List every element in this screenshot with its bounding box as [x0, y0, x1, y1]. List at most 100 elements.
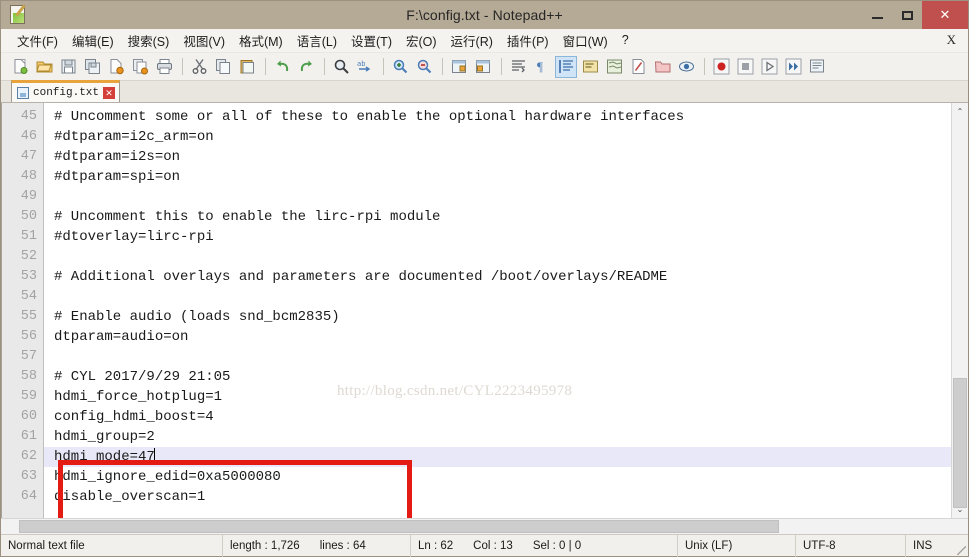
code-line[interactable]: # CYL 2017/9/29 21:05: [44, 367, 951, 387]
horizontal-scrollbar[interactable]: [1, 519, 968, 534]
user-defined-dialog-icon[interactable]: [579, 56, 601, 78]
new-file-icon[interactable]: [9, 56, 31, 78]
menu-file[interactable]: 文件(F): [10, 29, 65, 53]
tab-label: config.txt: [33, 86, 100, 99]
status-insert-mode[interactable]: INS: [906, 535, 954, 557]
svg-text:¶: ¶: [537, 59, 543, 74]
vertical-scroll-track[interactable]: [952, 120, 968, 508]
menu-bar: 文件(F) 编辑(E) 搜索(S) 视图(V) 格式(M) 语言(L) 设置(T…: [1, 29, 968, 53]
playback-macro-icon[interactable]: [758, 56, 780, 78]
menu-run[interactable]: 运行(R): [444, 29, 500, 53]
menu-help[interactable]: ?: [615, 31, 636, 50]
find-icon[interactable]: [330, 56, 352, 78]
resize-grip-icon[interactable]: [954, 535, 968, 557]
code-line[interactable]: #dtparam=i2c_arm=on: [44, 127, 951, 147]
undo-icon[interactable]: [271, 56, 293, 78]
notepad-plus-plus-window: F:\config.txt - Notepad++ ✕ 文件(F) 编辑(E) …: [0, 0, 969, 557]
monitoring-icon[interactable]: [675, 56, 697, 78]
toolbar-separator: [704, 58, 705, 75]
text-caret: [153, 448, 155, 463]
cut-icon[interactable]: [188, 56, 210, 78]
code-line[interactable]: # Uncomment some or all of these to enab…: [44, 107, 951, 127]
menu-window[interactable]: 窗口(W): [556, 29, 615, 53]
menu-format[interactable]: 格式(M): [232, 29, 290, 53]
paste-icon[interactable]: [236, 56, 258, 78]
code-line[interactable]: # Uncomment this to enable the lirc-rpi …: [44, 207, 951, 227]
word-wrap-icon[interactable]: [507, 56, 529, 78]
vertical-scrollbar[interactable]: ⌃ ⌄: [951, 103, 968, 518]
sync-vertical-scroll-icon[interactable]: [448, 56, 470, 78]
code-line[interactable]: hdmi_ignore_edid=0xa5000080: [44, 467, 951, 487]
menu-language[interactable]: 语言(L): [290, 29, 344, 53]
code-line[interactable]: # Enable audio (loads snd_bcm2835): [44, 307, 951, 327]
saved-file-icon: [17, 86, 29, 99]
function-list-icon[interactable]: [627, 56, 649, 78]
replace-icon[interactable]: ab: [354, 56, 376, 78]
show-document-map-icon[interactable]: [603, 56, 625, 78]
print-icon[interactable]: [153, 56, 175, 78]
code-line[interactable]: dtparam=audio=on: [44, 327, 951, 347]
minimize-button[interactable]: [862, 1, 892, 29]
code-line[interactable]: [44, 347, 951, 367]
code-line-current[interactable]: hdmi_mode=47: [44, 447, 951, 467]
show-all-characters-icon[interactable]: ¶: [531, 56, 553, 78]
code-line[interactable]: [44, 247, 951, 267]
horizontal-scroll-thumb[interactable]: [19, 520, 779, 533]
code-line[interactable]: config_hdmi_boost=4: [44, 407, 951, 427]
tab-config-txt[interactable]: config.txt ✕: [11, 80, 121, 102]
code-line[interactable]: # Additional overlays and parameters are…: [44, 267, 951, 287]
vertical-scroll-thumb[interactable]: [953, 378, 967, 508]
line-number: 60: [20, 409, 37, 424]
maximize-button[interactable]: [892, 1, 922, 29]
run-macro-multiple-times-icon[interactable]: [782, 56, 804, 78]
code-line[interactable]: #dtparam=i2s=on: [44, 147, 951, 167]
save-current-macro-icon[interactable]: [806, 56, 828, 78]
close-button[interactable]: ✕: [922, 1, 968, 29]
zoom-out-icon[interactable]: [413, 56, 435, 78]
save-icon[interactable]: [57, 56, 79, 78]
status-bar: Normal text file length : 1,726 lines : …: [1, 534, 968, 557]
menu-search[interactable]: 搜索(S): [121, 29, 177, 53]
redo-icon[interactable]: [295, 56, 317, 78]
open-file-icon[interactable]: [33, 56, 55, 78]
status-sel: Sel : 0 | 0: [532, 539, 582, 552]
copy-icon[interactable]: [212, 56, 234, 78]
code-content[interactable]: # Uncomment some or all of these to enab…: [44, 103, 951, 518]
scroll-up-button[interactable]: ⌃: [952, 103, 968, 120]
menu-edit[interactable]: 编辑(E): [65, 29, 121, 53]
code-line[interactable]: hdmi_force_hotplug=1: [44, 387, 951, 407]
close-document-button[interactable]: X: [947, 32, 956, 48]
toolbar-separator: [265, 58, 266, 75]
line-number: 57: [20, 349, 37, 364]
close-all-files-icon[interactable]: [129, 56, 151, 78]
status-encoding[interactable]: UTF-8: [796, 534, 906, 557]
code-line[interactable]: [44, 287, 951, 307]
line-number: 61: [20, 429, 37, 444]
menu-plugins[interactable]: 插件(P): [500, 29, 556, 53]
toolbar-separator: [501, 58, 502, 75]
menu-settings[interactable]: 设置(T): [344, 29, 399, 53]
code-line[interactable]: #dtoverlay=lirc-rpi: [44, 227, 951, 247]
code-line[interactable]: disable_overscan=1: [44, 487, 951, 507]
code-line[interactable]: [44, 187, 951, 207]
save-all-icon[interactable]: [81, 56, 103, 78]
code-line[interactable]: hdmi_group=2: [44, 427, 951, 447]
tab-bar: config.txt ✕: [1, 80, 968, 103]
zoom-in-icon[interactable]: [389, 56, 411, 78]
line-number: 58: [20, 369, 37, 384]
notepad-plus-plus-icon: [8, 4, 32, 26]
show-indent-guide-icon[interactable]: [555, 55, 577, 78]
folder-as-workspace-icon[interactable]: [651, 56, 673, 78]
close-file-icon[interactable]: [105, 56, 127, 78]
code-line[interactable]: #dtparam=spi=on: [44, 167, 951, 187]
start-record-macro-icon[interactable]: [710, 56, 732, 78]
menu-view[interactable]: 视图(V): [176, 29, 232, 53]
stop-record-macro-icon[interactable]: [734, 56, 756, 78]
status-eol-format[interactable]: Unix (LF): [678, 534, 796, 557]
tab-close-icon[interactable]: ✕: [103, 86, 116, 99]
sync-horizontal-scroll-icon[interactable]: [472, 56, 494, 78]
editor-area[interactable]: 45 46 47 48 49 50 51 52 53 54 55 56 57 5…: [2, 103, 951, 518]
line-number: 52: [20, 249, 37, 264]
toolbar-separator: [442, 58, 443, 75]
menu-macro[interactable]: 宏(O): [399, 29, 444, 53]
